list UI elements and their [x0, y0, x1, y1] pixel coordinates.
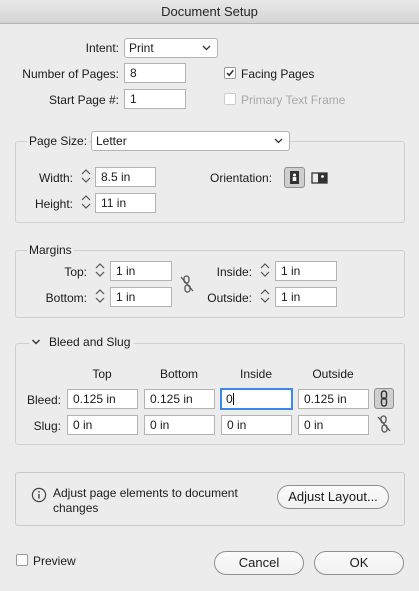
margin-outside-stepper-icon[interactable] [258, 287, 272, 305]
bleed-inside-input[interactable]: 0 [220, 388, 293, 410]
unlink-slug-icon[interactable] [375, 414, 393, 434]
bleed-slug-toggle[interactable]: Bleed and Slug [29, 335, 135, 349]
page-size-select[interactable]: Letter [91, 131, 290, 151]
slug-label: Slug: [33, 419, 61, 433]
unlink-margins-icon[interactable] [178, 274, 196, 294]
portrait-orientation-button[interactable] [284, 167, 305, 188]
margins-group [15, 250, 405, 318]
margin-bottom-stepper-icon[interactable] [93, 287, 107, 305]
margin-bottom-input[interactable]: 1 in [110, 287, 172, 307]
bleed-inside-value: 0 [226, 392, 233, 406]
page-size-value: Letter [96, 134, 127, 148]
margins-legend: Margins [27, 243, 74, 257]
bleed-header-inside: Inside [239, 367, 273, 381]
bleed-top-input[interactable]: 0.125 in [67, 389, 138, 409]
facing-pages-checkbox[interactable] [224, 67, 236, 79]
chevron-down-icon [202, 45, 211, 51]
start-page-label: Start Page #: [48, 93, 119, 107]
margin-outside-input[interactable]: 1 in [275, 287, 337, 307]
primary-text-frame-checkbox[interactable] [224, 93, 236, 105]
info-icon [31, 487, 47, 503]
adjust-layout-button[interactable]: Adjust Layout... [277, 485, 389, 509]
slug-inside-input[interactable]: 0 in [221, 415, 292, 435]
link-bleed-button[interactable] [374, 388, 394, 409]
facing-pages-label: Facing Pages [241, 67, 315, 81]
window-title-bar: Document Setup [0, 0, 419, 24]
checkmark-icon [226, 69, 234, 77]
intent-select[interactable]: Print [124, 38, 218, 58]
cancel-button[interactable]: Cancel [214, 551, 304, 575]
preview-label: Preview [33, 554, 76, 568]
margin-outside-label: Outside: [207, 291, 252, 305]
orientation-label: Orientation: [210, 171, 273, 185]
margin-top-input[interactable]: 1 in [110, 261, 172, 281]
chevron-down-icon [274, 138, 283, 144]
bleed-outside-input[interactable]: 0.125 in [298, 389, 369, 409]
margin-inside-stepper-icon[interactable] [258, 261, 272, 279]
height-label: Height: [34, 197, 73, 211]
bleed-header-bottom: Bottom [159, 367, 198, 381]
intent-value: Print [129, 41, 154, 55]
preview-checkbox[interactable] [16, 554, 28, 566]
margin-inside-input[interactable]: 1 in [275, 261, 337, 281]
landscape-page-icon [311, 172, 328, 184]
margin-bottom-label: Bottom: [45, 291, 87, 305]
disclosure-expanded-icon [32, 339, 40, 345]
page-size-label: Page Size: [27, 134, 90, 148]
landscape-orientation-button[interactable] [309, 167, 330, 188]
bleed-header-outside: Outside [312, 367, 354, 381]
adjust-layout-message: Adjust page elements to document changes [53, 486, 238, 515]
portrait-page-icon [290, 171, 299, 184]
ok-button[interactable]: OK [314, 551, 404, 575]
primary-text-frame-label: Primary Text Frame [241, 93, 346, 107]
margin-top-stepper-icon[interactable] [93, 261, 107, 279]
height-input[interactable]: 11 in [95, 193, 156, 213]
bleed-label: Bleed: [26, 393, 61, 407]
intent-label: Intent: [85, 41, 119, 55]
slug-top-input[interactable]: 0 in [67, 415, 138, 435]
height-stepper-icon[interactable] [79, 193, 93, 211]
bleed-header-top: Top [92, 367, 112, 381]
width-input[interactable]: 8.5 in [95, 167, 156, 187]
number-of-pages-label: Number of Pages: [22, 67, 119, 81]
text-caret [232, 393, 234, 405]
width-label: Width: [38, 171, 73, 185]
number-of-pages-input[interactable]: 8 [124, 63, 186, 83]
slug-bottom-input[interactable]: 0 in [144, 415, 215, 435]
window-title: Document Setup [161, 4, 258, 19]
margin-inside-label: Inside: [216, 265, 252, 279]
width-stepper-icon[interactable] [79, 167, 93, 185]
start-page-input[interactable]: 1 [124, 89, 186, 109]
bleed-bottom-input[interactable]: 0.125 in [144, 389, 215, 409]
margin-top-label: Top: [64, 265, 87, 279]
chain-link-icon [380, 390, 388, 407]
slug-outside-input[interactable]: 0 in [298, 415, 369, 435]
bleed-slug-legend: Bleed and Slug [49, 335, 131, 349]
